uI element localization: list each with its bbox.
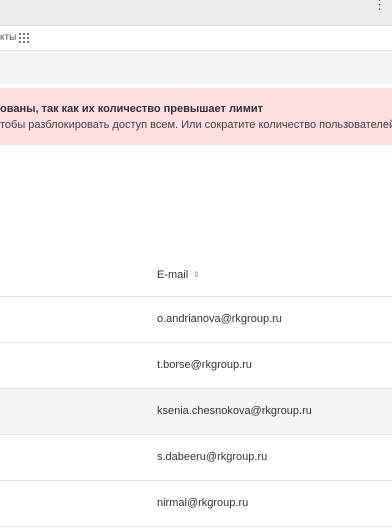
- bookmark-item[interactable]: кты: [0, 33, 16, 43]
- page-header: [0, 51, 392, 85]
- email-cell: t.borse@rkgroup.ru: [157, 359, 252, 371]
- apps-grid-icon[interactable]: [19, 33, 29, 43]
- more-vertical-icon[interactable]: ⋮: [373, 0, 386, 11]
- table-row[interactable]: ksenia.chesnokova@rkgroup.ru: [0, 389, 392, 435]
- sort-icon[interactable]: ⇕: [193, 268, 200, 281]
- table-header: E-mail ⇕: [0, 250, 392, 297]
- table-row[interactable]: t.borse@rkgroup.ru: [0, 343, 392, 389]
- email-cell: o.andrianova@rkgroup.ru: [157, 313, 282, 325]
- alert-title: ованы, так как их количество превышает л…: [0, 103, 263, 115]
- bookmarks-bar: кты: [0, 26, 392, 51]
- table-row[interactable]: s.dabeeru@rkgroup.ru: [0, 435, 392, 481]
- alert-message: тобы разблокировать доступ всем. Или сок…: [0, 119, 392, 131]
- email-cell: ksenia.chesnokova@rkgroup.ru: [157, 405, 312, 417]
- limit-alert: [0, 88, 392, 145]
- browser-toolbar: ⋮: [0, 0, 392, 26]
- column-header-email[interactable]: E-mail ⇕: [157, 268, 200, 282]
- email-cell: s.dabeeru@rkgroup.ru: [157, 451, 268, 463]
- email-cell: nirmal@rkgroup.ru: [157, 497, 249, 509]
- table-row[interactable]: nirmal@rkgroup.ru: [0, 481, 392, 527]
- column-header-email-label: E-mail: [157, 269, 189, 281]
- table-row[interactable]: o.andrianova@rkgroup.ru: [0, 297, 392, 343]
